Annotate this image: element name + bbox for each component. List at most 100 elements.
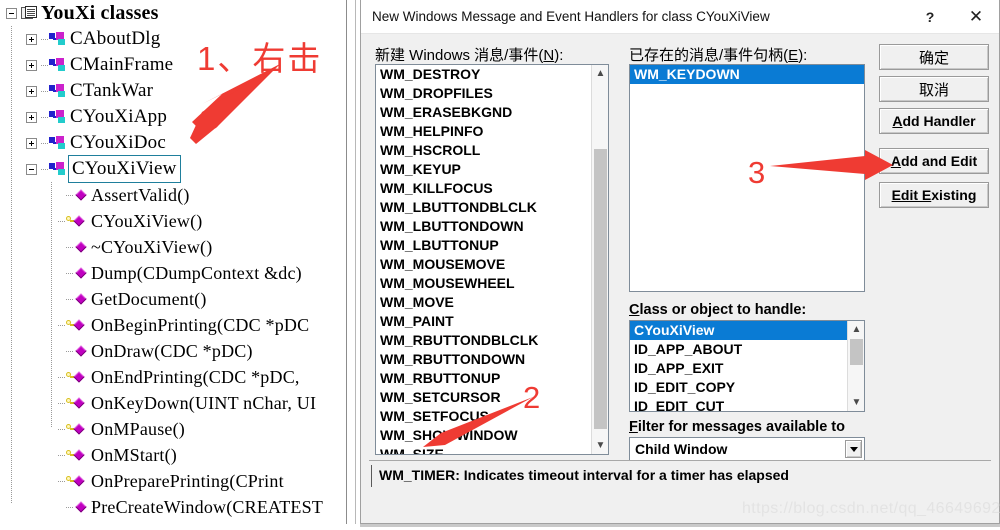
list-item[interactable]: WM_MOUSEMOVE <box>376 255 608 274</box>
tree-member-item[interactable]: PreCreateWindow(CREATEST <box>0 494 346 520</box>
list-item[interactable]: ID_EDIT_COPY <box>630 378 864 397</box>
dialog-title: New Windows Message and Event Handlers f… <box>372 9 770 24</box>
list-item[interactable]: WM_LBUTTONDOWN <box>376 217 608 236</box>
list-item[interactable]: WM_KEYDOWN <box>630 65 864 84</box>
list-item[interactable]: WM_HSCROLL <box>376 141 608 160</box>
method-icon <box>74 240 88 254</box>
list-item[interactable]: WM_SETFOCUS <box>376 407 608 426</box>
tree-member-label: OnKeyDown(UINT nChar, UI <box>91 393 317 413</box>
status-text: WM_TIMER: Indicates timeout interval for… <box>379 467 789 483</box>
new-messages-listbox[interactable]: WM_DESTROY WM_DROPFILES WM_ERASEBKGND WM_HE… <box>375 64 609 455</box>
tree-item-CYouXiView[interactable]: CYouXiView <box>0 155 346 183</box>
watermark: https://blog.csdn.net/qq_46649692 <box>742 500 1000 517</box>
new-messages-scrollbar[interactable]: ▲ ▼ <box>591 65 608 454</box>
tree-item-label: CMainFrame <box>70 54 174 75</box>
expand-toggle[interactable] <box>26 85 37 97</box>
list-item[interactable]: CYouXiView <box>630 321 864 340</box>
add-handler-button[interactable]: Add Handler <box>879 108 989 134</box>
expand-toggle[interactable] <box>26 59 37 71</box>
scroll-down-icon[interactable]: ▼ <box>592 437 608 454</box>
list-item[interactable]: ID_EDIT_CUT <box>630 397 864 411</box>
tree-item-label: CTankWar <box>70 80 154 101</box>
list-item[interactable]: ID_APP_ABOUT <box>630 340 864 359</box>
dialog-title-bar: New Windows Message and Event Handlers f… <box>361 0 999 34</box>
pane-divider[interactable] <box>346 0 360 530</box>
class-or-object-listbox[interactable]: CYouXiView ID_APP_ABOUT ID_APP_EXIT ID_EDIT… <box>629 320 865 412</box>
collapse-toggle[interactable] <box>26 163 37 175</box>
list-item[interactable]: WM_RBUTTONUP <box>376 369 608 388</box>
help-icon[interactable]: ? <box>907 0 953 33</box>
existing-handlers-listbox[interactable]: WM_KEYDOWN <box>629 64 865 292</box>
filter-combobox[interactable]: Child Window <box>629 437 865 461</box>
list-item[interactable]: WM_MOUSEWHEEL <box>376 274 608 293</box>
message-handlers-dialog: New Windows Message and Event Handlers f… <box>360 0 1000 524</box>
list-item[interactable]: WM_RBUTTONDOWN <box>376 350 608 369</box>
collapse-toggle[interactable] <box>6 7 17 19</box>
tree-guide-line <box>51 182 52 428</box>
expand-toggle[interactable] <box>26 137 37 149</box>
existing-handlers-items[interactable]: WM_KEYDOWN <box>630 65 864 291</box>
list-item[interactable]: WM_LBUTTONDBLCLK <box>376 198 608 217</box>
list-item[interactable]: WM_KILLFOCUS <box>376 179 608 198</box>
scroll-up-icon[interactable]: ▲ <box>848 321 864 338</box>
tree-item-CYouXiApp[interactable]: CYouXiApp <box>0 104 346 130</box>
new-messages-items[interactable]: WM_DESTROY WM_DROPFILES WM_ERASEBKGND WM_HE… <box>376 65 608 454</box>
tree-member-label: GetDocument() <box>91 289 207 309</box>
expand-toggle[interactable] <box>26 111 37 123</box>
method-key-icon <box>66 474 88 488</box>
list-item[interactable]: ID_APP_EXIT <box>630 359 864 378</box>
tree-root-label: YouXi classes <box>41 2 159 24</box>
class-icon <box>49 136 67 150</box>
list-item[interactable]: WM_SETCURSOR <box>376 388 608 407</box>
list-item[interactable]: WM_DESTROY <box>376 65 608 84</box>
list-item[interactable]: WM_LBUTTONUP <box>376 236 608 255</box>
class-icon <box>49 162 67 176</box>
class-icon <box>49 110 67 124</box>
list-item[interactable]: WM_SIZE <box>376 445 608 454</box>
scrollbar-thumb[interactable] <box>594 149 607 429</box>
method-key-icon <box>66 448 88 462</box>
list-item[interactable]: WM_RBUTTONDBLCLK <box>376 331 608 350</box>
tree-item-label: CYouXiView <box>68 155 181 183</box>
class-icon <box>49 84 67 98</box>
tree-member-item[interactable]: OnPreparePrinting(CPrint <box>0 468 346 494</box>
close-icon[interactable]: ✕ <box>953 0 999 33</box>
tree-root[interactable]: YouXi classes <box>0 0 346 26</box>
expand-toggle[interactable] <box>26 33 37 45</box>
method-icon <box>74 188 88 202</box>
method-key-icon <box>66 396 88 410</box>
tree-item-label: CYouXiApp <box>70 106 168 127</box>
scroll-up-icon[interactable]: ▲ <box>592 65 608 82</box>
list-item[interactable]: WM_DROPFILES <box>376 84 608 103</box>
method-key-icon <box>66 370 88 384</box>
tree-member-item[interactable]: OnMStart() <box>0 442 346 468</box>
class-or-object-scrollbar[interactable]: ▲ ▼ <box>847 321 864 411</box>
list-item[interactable]: WM_MOVE <box>376 293 608 312</box>
add-and-edit-button[interactable]: Add and Edit <box>879 148 989 174</box>
list-item[interactable]: WM_SHOWWINDOW <box>376 426 608 445</box>
method-icon <box>74 292 88 306</box>
scroll-down-icon[interactable]: ▼ <box>848 394 864 411</box>
annotation-step-2: 2 <box>523 380 541 415</box>
ok-button[interactable]: 确定 <box>879 44 989 70</box>
tree-guide-line <box>11 26 12 504</box>
list-item[interactable]: WM_ERASEBKGND <box>376 103 608 122</box>
tree-item-CYouXiDoc[interactable]: CYouXiDoc <box>0 130 346 156</box>
scrollbar-thumb[interactable] <box>850 339 863 365</box>
edit-existing-button[interactable]: Edit Existing <box>879 182 989 208</box>
tree-member-label: OnDraw(CDC *pDC) <box>91 341 253 361</box>
tree-item-CTankWar[interactable]: CTankWar <box>0 78 346 104</box>
tree-member-label: OnBeginPrinting(CDC *pDC <box>91 315 310 335</box>
cancel-button[interactable]: 取消 <box>879 76 989 102</box>
list-item[interactable]: WM_HELPINFO <box>376 122 608 141</box>
existing-handlers-label: 已存在的消息/事件句柄(E): <box>629 47 808 64</box>
annotation-step-3: 3 <box>748 155 766 190</box>
tree-member-label: AssertValid() <box>91 185 190 205</box>
method-key-icon <box>66 318 88 332</box>
bottom-strip <box>0 524 1000 530</box>
list-item[interactable]: WM_PAINT <box>376 312 608 331</box>
chevron-down-icon[interactable] <box>845 440 862 458</box>
project-icon <box>21 5 38 21</box>
class-or-object-items[interactable]: CYouXiView ID_APP_ABOUT ID_APP_EXIT ID_EDIT… <box>630 321 864 411</box>
list-item[interactable]: WM_KEYUP <box>376 160 608 179</box>
